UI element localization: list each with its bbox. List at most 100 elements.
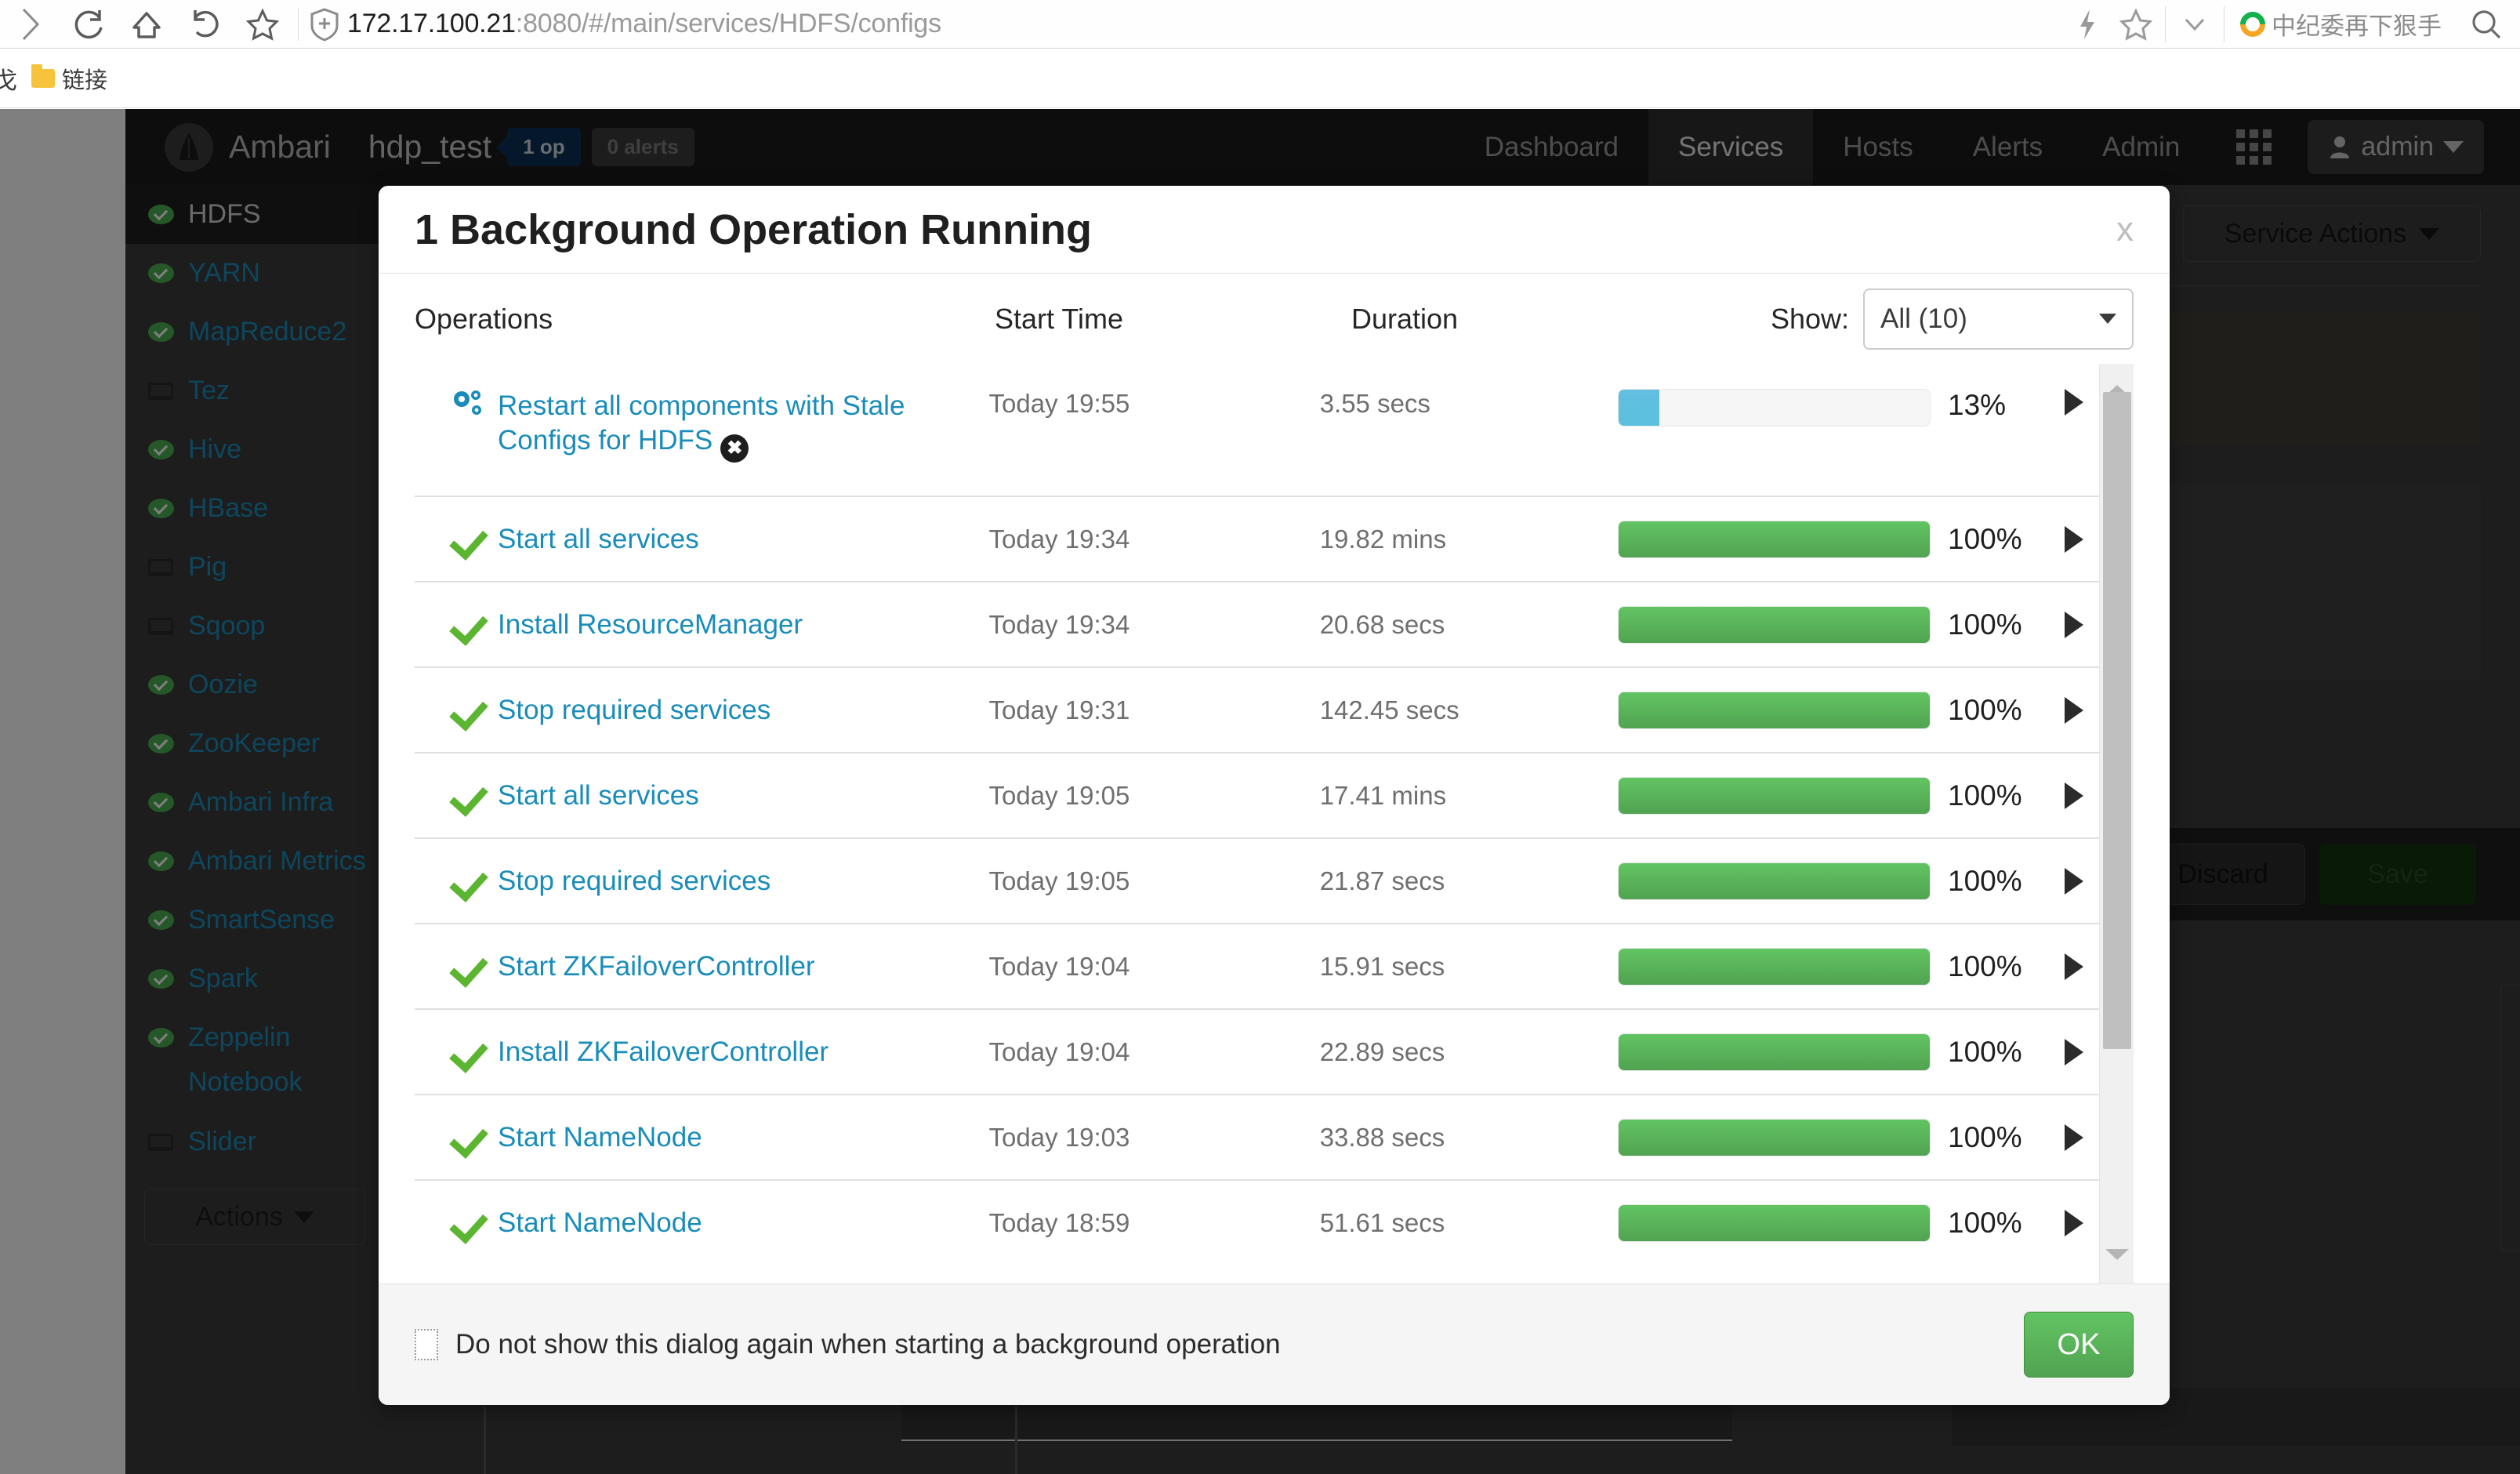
progress-fill [1619, 692, 1930, 728]
expand-arrow-icon[interactable] [2048, 389, 2099, 416]
forward-icon[interactable] [2, 2, 60, 46]
scrollbar-thumb[interactable] [2103, 392, 2131, 1049]
do-not-show-checkbox[interactable] [415, 1329, 438, 1360]
table-row[interactable]: Stop required services Today 19:05 21.87… [415, 837, 2099, 923]
promo-link[interactable]: 中纪委再下狠手 [2229, 6, 2453, 42]
operation-name[interactable]: Stop required services [498, 693, 771, 728]
table-row[interactable]: Install ZKFailoverController Today 19:04… [415, 1008, 2099, 1094]
lightning-icon[interactable] [2063, 0, 2112, 49]
table-row[interactable]: Install ResourceManager Today 19:34 20.6… [415, 581, 2099, 666]
progress-percent: 100% [1931, 950, 2048, 983]
progress-percent: 100% [1931, 1207, 2048, 1240]
close-icon[interactable]: x [2116, 210, 2134, 249]
start-time-cell: Today 19:34 [989, 610, 1320, 640]
abort-icon[interactable]: ✖ [720, 434, 749, 463]
operation-cell[interactable]: Install ZKFailoverController [451, 1035, 989, 1069]
duration-cell: 15.91 secs [1320, 952, 1618, 982]
operations-rows-area: Restart all components with Stale Config… [379, 364, 2170, 1283]
chevron-down-icon [2099, 314, 2116, 324]
progress-track [1618, 1119, 1931, 1156]
bookmark-folder-links[interactable]: 链接 [31, 62, 107, 95]
progress-bar-cell [1618, 692, 1931, 729]
check-icon [451, 779, 485, 810]
browser-toolbar-right: 中纪委再下狠手 [2063, 0, 2520, 49]
operation-name[interactable]: Start NameNode [498, 1206, 702, 1240]
home-icon[interactable] [118, 2, 176, 46]
table-row[interactable]: Stop required services Today 19:31 142.4… [415, 666, 2099, 752]
table-row[interactable]: Restart all components with Stale Config… [415, 364, 2099, 496]
operation-name[interactable]: Install ResourceManager [498, 608, 803, 642]
reload-icon[interactable] [60, 2, 118, 46]
progress-bar-cell [1618, 389, 1931, 427]
operation-cell[interactable]: Install ResourceManager [451, 608, 989, 642]
expand-arrow-icon[interactable] [2048, 697, 2099, 724]
show-select[interactable]: All (10) [1863, 289, 2134, 350]
expand-arrow-icon[interactable] [2048, 612, 2099, 638]
operation-name[interactable]: Start all services [498, 522, 699, 557]
operation-cell[interactable]: Start all services [451, 522, 989, 557]
star-icon[interactable] [2112, 0, 2160, 49]
check-icon [451, 949, 485, 981]
start-time-cell: Today 19:05 [989, 781, 1320, 811]
table-row[interactable]: Start NameNode Today 19:03 33.88 secs 10… [415, 1094, 2099, 1179]
progress-bar-cell [1618, 1033, 1931, 1071]
bookmark-star-icon[interactable] [234, 2, 292, 46]
expand-arrow-icon[interactable] [2048, 782, 2099, 809]
search-icon[interactable] [2453, 0, 2520, 49]
table-row[interactable]: Start ZKFailoverController Today 19:04 1… [415, 923, 2099, 1008]
progress-track [1618, 862, 1931, 900]
background-operations-modal: 1 Background Operation Running x Operati… [379, 186, 2170, 1405]
expand-arrow-icon[interactable] [2048, 1210, 2099, 1236]
progress-percent: 100% [1931, 608, 2048, 641]
bookmark-label: 链接 [62, 62, 107, 95]
progress-percent: 100% [1931, 1036, 2048, 1069]
progress-track [1618, 1204, 1931, 1242]
operation-name[interactable]: Stop required services [498, 864, 771, 899]
bookmark-clipped-item[interactable]: 戈 [0, 61, 17, 96]
expand-arrow-icon[interactable] [2048, 953, 2099, 980]
expand-arrow-icon[interactable] [2048, 1124, 2099, 1151]
operation-name[interactable]: Start NameNode [498, 1120, 702, 1155]
duration-cell: 20.68 secs [1320, 610, 1618, 640]
table-row[interactable]: Start NameNode Today 18:59 51.61 secs 10… [415, 1179, 2099, 1265]
operation-cell[interactable]: Stop required services [451, 864, 989, 899]
start-time-cell: Today 18:59 [989, 1208, 1320, 1238]
operation-cell[interactable]: Stop required services [451, 693, 989, 728]
operation-name[interactable]: Start ZKFailoverController [498, 949, 815, 984]
operation-cell[interactable]: Start ZKFailoverController [451, 949, 989, 984]
operation-cell[interactable]: Restart all components with Stale Config… [451, 389, 989, 463]
start-time-cell: Today 19:05 [989, 866, 1320, 896]
check-icon [451, 864, 485, 895]
progress-bar-cell [1618, 1119, 1931, 1156]
operation-cell[interactable]: Start NameNode [451, 1206, 989, 1240]
check-icon [451, 608, 485, 639]
start-time-cell: Today 19:04 [989, 952, 1320, 982]
undo-icon[interactable] [176, 2, 234, 46]
duration-cell: 22.89 secs [1320, 1037, 1618, 1067]
progress-percent: 100% [1931, 694, 2048, 727]
operation-cell[interactable]: Start NameNode [451, 1120, 989, 1155]
expand-arrow-icon[interactable] [2048, 1039, 2099, 1066]
modal-scrollbar[interactable] [2099, 364, 2134, 1283]
progress-track [1618, 948, 1931, 986]
progress-fill [1619, 607, 1930, 643]
operation-cell[interactable]: Start all services [451, 779, 989, 813]
expand-arrow-icon[interactable] [2048, 526, 2099, 553]
progress-bar-cell [1618, 1204, 1931, 1242]
operation-label[interactable]: Restart all components with Stale Config… [498, 389, 989, 463]
operation-name[interactable]: Start all services [498, 779, 699, 813]
column-header-operations: Operations [415, 303, 995, 336]
operation-name[interactable]: Install ZKFailoverController [498, 1035, 829, 1069]
table-row[interactable]: Start all services Today 19:34 19.82 min… [415, 496, 2099, 581]
progress-track [1618, 1033, 1931, 1071]
browser-nav-icons [0, 2, 292, 46]
scroll-up-arrow-icon[interactable] [2105, 364, 2129, 386]
ok-button[interactable]: OK [2024, 1312, 2134, 1378]
chevron-down-icon[interactable] [2170, 0, 2219, 49]
progress-percent: 100% [1931, 779, 2048, 812]
table-row[interactable]: Start all services Today 19:05 17.41 min… [415, 752, 2099, 837]
address-bar[interactable]: 172.17.100.21:8080/#/main/services/HDFS/… [306, 0, 2063, 49]
expand-arrow-icon[interactable] [2048, 868, 2099, 895]
scroll-down-arrow-icon[interactable] [2105, 1260, 2129, 1283]
show-select-value: All (10) [1880, 303, 1967, 335]
